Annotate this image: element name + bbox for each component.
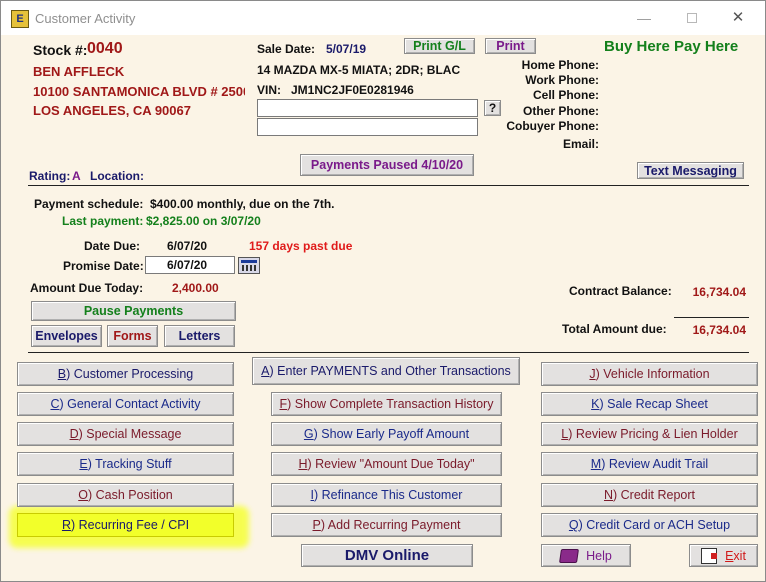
vin-label: VIN: xyxy=(257,83,281,97)
promise-date-input[interactable]: 6/07/20 xyxy=(145,256,235,274)
contract-balance-label: Contract Balance: xyxy=(569,284,672,298)
print-button[interactable]: Print xyxy=(485,38,536,54)
vehicle-information-button[interactable]: J) Vehicle Information xyxy=(541,362,758,386)
sum-underline xyxy=(674,317,749,318)
amount-due-today-label: Amount Due Today: xyxy=(30,281,144,295)
date-due-label: Date Due: xyxy=(84,239,141,253)
work-phone-label: Work Phone: xyxy=(525,73,599,87)
payment-schedule-label: Payment schedule: xyxy=(34,197,144,211)
help-book-icon xyxy=(559,548,580,563)
letters-button[interactable]: Letters xyxy=(164,325,235,347)
customer-address-line2: LOS ANGELES, CA 90067 xyxy=(33,103,191,118)
pricing-lien-holder-button[interactable]: L) Review Pricing & Lien Holder xyxy=(541,422,758,446)
date-due-value: 6/07/20 xyxy=(167,239,208,253)
past-due-status: 157 days past due xyxy=(249,239,353,253)
total-amount-due-label: Total Amount due: xyxy=(562,322,667,336)
enter-payments-button[interactable]: A) Enter PAYMENTS and Other Transactions xyxy=(252,357,520,385)
recurring-fee-cpi-button[interactable]: R) Recurring Fee / CPI xyxy=(17,513,234,537)
print-gl-button[interactable]: Print G/L xyxy=(404,38,475,54)
help-button[interactable]: Help xyxy=(541,544,631,567)
envelopes-button[interactable]: Envelopes xyxy=(31,325,102,347)
customer-name: BEN AFFLECK xyxy=(33,64,125,79)
promise-date-label: Promise Date: xyxy=(63,259,144,273)
general-contact-activity-button[interactable]: C) General Contact Activity xyxy=(17,392,234,416)
stock-label: Stock #: xyxy=(33,42,88,58)
add-recurring-payment-button[interactable]: P) Add Recurring Payment xyxy=(271,513,502,537)
stock-number: 0040 xyxy=(87,40,123,57)
payments-paused-button[interactable]: Payments Paused 4/10/20 xyxy=(300,154,474,176)
review-amount-due-button[interactable]: H) Review "Amount Due Today" xyxy=(271,452,502,476)
maximize-icon[interactable] xyxy=(677,7,707,29)
special-message-button[interactable]: D) Special Message xyxy=(17,422,234,446)
forms-button[interactable]: Forms xyxy=(107,325,158,347)
dmv-online-button[interactable]: DMV Online xyxy=(301,544,473,567)
cash-position-button[interactable]: O) Cash Position xyxy=(17,483,234,507)
vehicle-description: 14 MAZDA MX-5 MIATA; 2DR; BLAC xyxy=(257,63,461,77)
sale-date-value: 5/07/19 xyxy=(326,42,367,56)
audit-trail-button[interactable]: M) Review Audit Trail xyxy=(541,452,758,476)
buy-here-pay-here-label: Buy Here Pay Here xyxy=(604,38,739,55)
amount-due-today-value: 2,400.00 xyxy=(172,281,219,295)
rating-label: Rating: xyxy=(29,169,71,183)
cobuyer-phone-label: Cobuyer Phone: xyxy=(506,119,599,133)
transaction-history-button[interactable]: F) Show Complete Transaction History xyxy=(271,392,502,416)
calendar-icon[interactable] xyxy=(238,257,260,274)
divider-bottom xyxy=(28,352,749,353)
customer-activity-window: E Customer Activity — ✕ Stock #: 0040 BE… xyxy=(0,0,766,582)
note-field-1[interactable] xyxy=(257,99,478,117)
text-messaging-button[interactable]: Text Messaging xyxy=(637,162,744,179)
total-amount-due-value: 16,734.04 xyxy=(692,323,746,337)
email-label: Email: xyxy=(562,137,599,151)
payment-schedule-value: $400.00 monthly, due on the 7th. xyxy=(150,197,335,211)
cell-phone-label: Cell Phone: xyxy=(532,88,599,102)
early-payoff-button[interactable]: G) Show Early Payoff Amount xyxy=(271,422,502,446)
pause-payments-button[interactable]: Pause Payments xyxy=(31,301,236,321)
close-icon[interactable]: ✕ xyxy=(723,7,753,29)
tracking-stuff-button[interactable]: E) Tracking Stuff xyxy=(17,452,234,476)
contract-balance-value: 16,734.04 xyxy=(692,285,746,299)
sale-recap-sheet-button[interactable]: K) Sale Recap Sheet xyxy=(541,392,758,416)
home-phone-label: Home Phone: xyxy=(521,58,599,72)
other-phone-label: Other Phone: xyxy=(522,104,599,118)
credit-card-ach-button[interactable]: Q) Credit Card or ACH Setup xyxy=(541,513,758,537)
question-button[interactable]: ? xyxy=(484,100,501,116)
refinance-customer-button[interactable]: I) Refinance This Customer xyxy=(271,483,502,507)
customer-address-line1: 10100 SANTAMONICA BLVD # 2500 xyxy=(33,84,245,99)
customer-processing-button[interactable]: B) Customer Processing xyxy=(17,362,234,386)
app-logo-icon: E xyxy=(11,10,29,28)
exit-door-icon xyxy=(701,547,718,564)
location-label: Location: xyxy=(90,169,144,183)
last-payment-value: $2,825.00 on 3/07/20 xyxy=(146,214,261,228)
title-bar: E Customer Activity — ✕ xyxy=(1,1,765,35)
credit-report-button[interactable]: N) Credit Report xyxy=(541,483,758,507)
note-field-2[interactable] xyxy=(257,118,478,136)
divider-top xyxy=(28,185,749,186)
last-payment-label: Last payment: xyxy=(62,214,144,228)
vin-value: JM1NC2JF0E0281946 xyxy=(291,83,414,97)
minimize-icon[interactable]: — xyxy=(629,7,659,29)
rating-value: A xyxy=(72,169,81,183)
exit-button[interactable]: Exit xyxy=(689,544,758,567)
window-title: Customer Activity xyxy=(35,11,136,26)
sale-date-label: Sale Date: xyxy=(257,42,316,56)
